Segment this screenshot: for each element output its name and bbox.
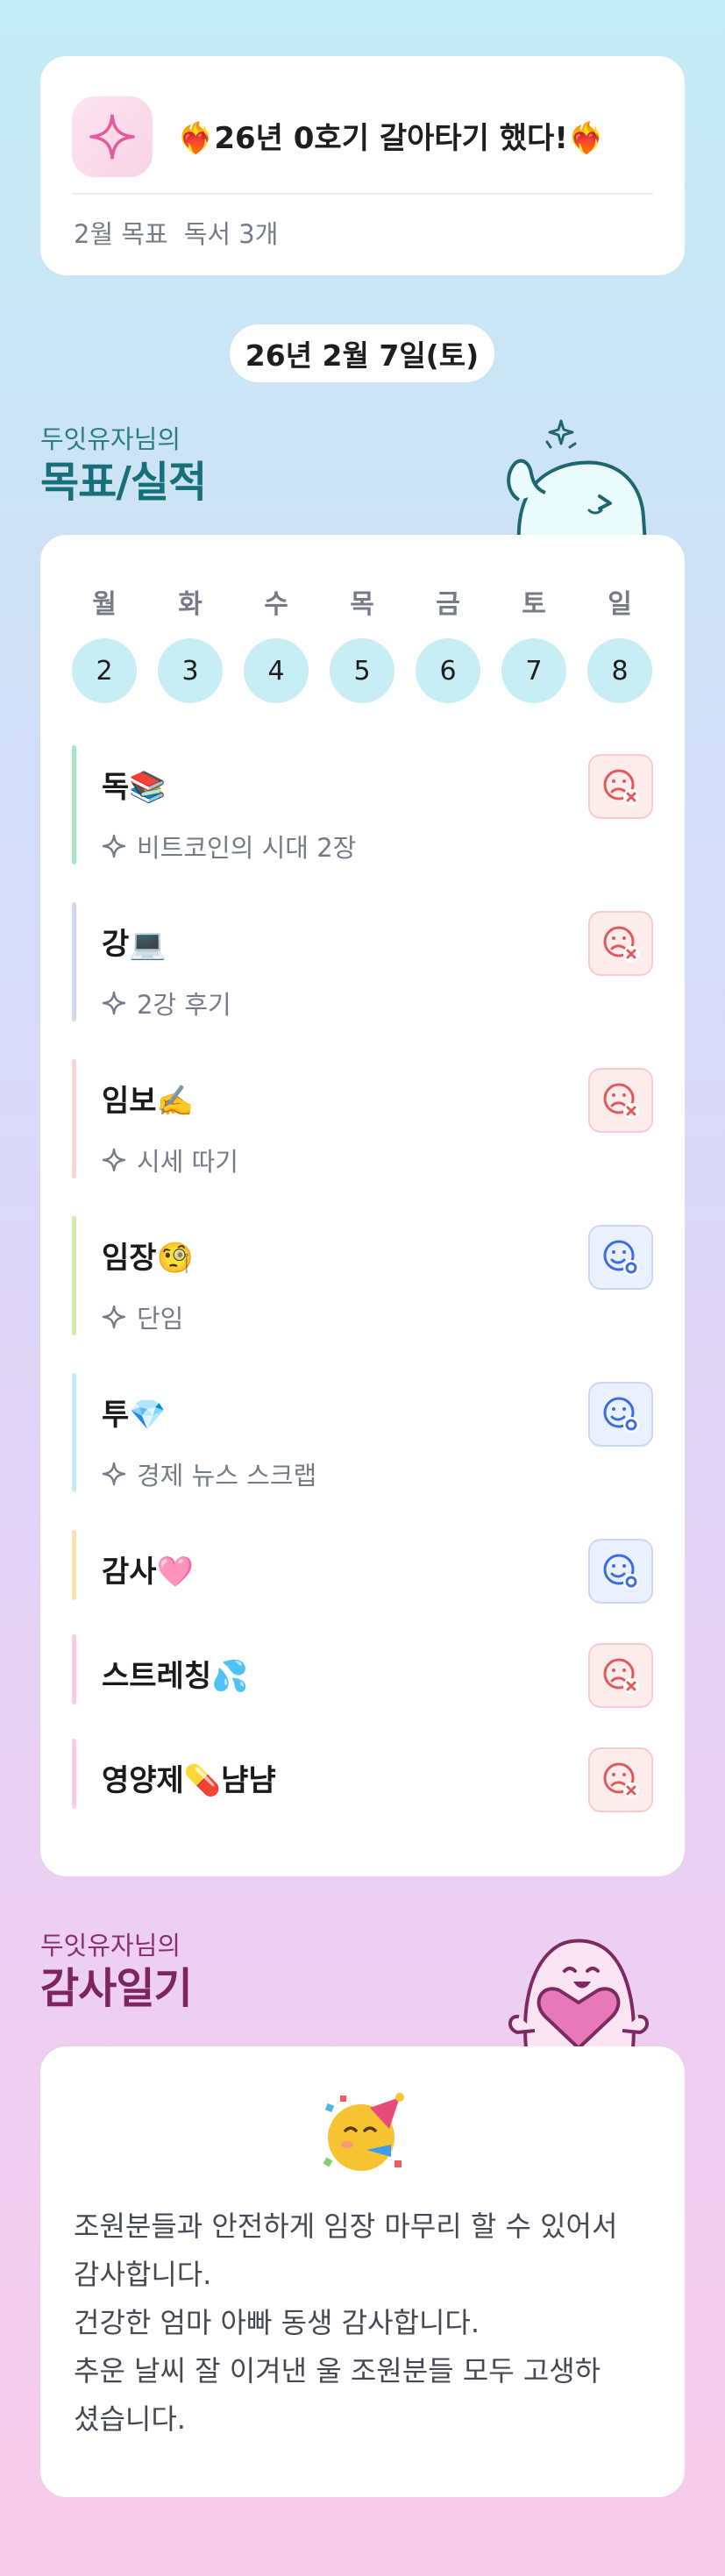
goal-color-bar: [72, 1059, 76, 1178]
goal-note-text: 단임: [137, 1304, 184, 1334]
day-circle[interactable]: 7: [501, 638, 566, 703]
goal-note: 단임: [102, 1299, 183, 1335]
goal-item[interactable]: 스트레칭💦: [72, 1634, 653, 1708]
mascot-heart-illustration: [500, 1920, 657, 2052]
header-card: ❤️‍🔥26년 0호기 갈아타기 했다!❤️‍🔥 2월 목표 독서 3개: [40, 56, 685, 275]
day-circle[interactable]: 4: [244, 638, 309, 703]
partying-face-icon: [319, 2090, 407, 2181]
smile-check-icon: [600, 1236, 642, 1278]
gratitude-line: 추운 날씨 잘 이겨낸 울 조원분들 모두 고생하: [74, 2354, 601, 2387]
day-circle[interactable]: 6: [416, 638, 480, 703]
goal-note: 경제 뉴스 스크랩: [102, 1455, 316, 1492]
goal-item[interactable]: 투💎 경제 뉴스 스크랩: [72, 1373, 653, 1492]
gratitude-line: 건강한 엄마 아빠 동생 감사합니다.: [74, 2306, 480, 2339]
sparkle-icon: [102, 1462, 137, 1486]
goal-note-text: 비트코인의 시대 2장: [137, 833, 357, 863]
weekday-label: 화: [178, 589, 203, 620]
status-fail-button[interactable]: [588, 754, 653, 819]
header-title: ❤️‍🔥26년 0호기 갈아타기 했다!❤️‍🔥: [177, 121, 606, 156]
goal-color-bar: [72, 902, 76, 1021]
weekday-label: 토: [522, 589, 546, 620]
day-circle[interactable]: 8: [587, 638, 652, 703]
goals-card: 월 화 수 목 금 토 일 2345678 독📚 비트코인의 시대 2장 강💻 2강 후기 임보…: [40, 535, 685, 1876]
goal-name: 독📚: [102, 770, 167, 805]
frown-x-icon: [600, 1759, 642, 1801]
gratitude-line: 셨습니다.: [74, 2402, 186, 2436]
weekday-label: 월: [92, 589, 117, 620]
goal-name: 임보✍️: [102, 1084, 194, 1119]
status-done-button[interactable]: [588, 1225, 653, 1290]
goal-name: 스트레칭💦: [102, 1659, 249, 1694]
goal-item[interactable]: 임장🧐 단임: [72, 1216, 653, 1335]
status-fail-button[interactable]: [588, 911, 653, 976]
sparkle-icon: [72, 96, 153, 177]
monthly-goal: 2월 목표 독서 3개: [74, 214, 294, 251]
gratitude-text: 조원분들과 안전하게 임장 마무리 할 수 있어서감사합니다. 건강한 엄마 아빠…: [74, 2202, 661, 2444]
goal-color-bar: [72, 1739, 76, 1809]
week-date-row: 2345678: [72, 638, 653, 703]
goal-item[interactable]: 독📚 비트코인의 시대 2장: [72, 745, 653, 865]
goal-name: 감사🩷: [102, 1555, 194, 1590]
gratitude-line: 감사합니다.: [74, 2258, 212, 2291]
sparkle-icon: [102, 1305, 137, 1329]
mascot-waving-illustration: [501, 412, 659, 547]
weekday-row: 월화수목금토일: [72, 582, 653, 620]
status-done-button[interactable]: [588, 1382, 653, 1447]
goal-color-bar: [72, 745, 76, 865]
weekday-label: 목: [350, 589, 374, 620]
goal-note: 2강 후기: [102, 985, 231, 1021]
goal-note: 시세 따기: [102, 1142, 238, 1178]
goals-title: 목표/실적: [40, 458, 207, 507]
sparkle-icon: [102, 834, 137, 858]
goal-note-text: 시세 따기: [137, 1147, 238, 1177]
frown-x-icon: [600, 1654, 642, 1697]
gratitude-journal-card: 조원분들과 안전하게 임장 마무리 할 수 있어서감사합니다. 건강한 엄마 아빠…: [40, 2046, 685, 2497]
sparkle-icon: [102, 1148, 137, 1172]
monthly-goal-value: 독서 3개: [183, 219, 279, 249]
current-date: 26년 2월 7일(토): [230, 324, 494, 382]
goal-color-bar: [72, 1634, 76, 1704]
day-circle[interactable]: 3: [158, 638, 223, 703]
day-circle[interactable]: 5: [330, 638, 394, 703]
divider: [72, 193, 653, 195]
frown-x-icon: [600, 922, 642, 964]
goal-item[interactable]: 강💻 2강 후기: [72, 902, 653, 1021]
frown-x-icon: [600, 765, 642, 808]
goal-color-bar: [72, 1373, 76, 1492]
frown-x-icon: [600, 1079, 642, 1121]
goal-item[interactable]: 임보✍️ 시세 따기: [72, 1059, 653, 1178]
weekday-label: 수: [264, 589, 288, 620]
status-fail-button[interactable]: [588, 1643, 653, 1708]
goal-note-text: 2강 후기: [137, 990, 231, 1020]
day-circle[interactable]: 2: [72, 638, 137, 703]
goal-name: 투💎: [102, 1398, 167, 1433]
weekday-label: 금: [436, 589, 460, 620]
goal-color-bar: [72, 1216, 76, 1335]
sparkle-icon: [102, 991, 137, 1015]
gratitude-line: 조원분들과 안전하게 임장 마무리 할 수 있어서: [74, 2210, 618, 2243]
smile-check-icon: [600, 1393, 642, 1435]
goal-color-bar: [72, 1530, 76, 1600]
goal-name: 영양제💊냠냠: [102, 1763, 276, 1798]
status-fail-button[interactable]: [588, 1068, 653, 1133]
goal-name: 강💻: [102, 927, 167, 962]
goal-item[interactable]: 감사🩷: [72, 1530, 653, 1604]
weekday-label: 일: [608, 589, 632, 620]
status-fail-button[interactable]: [588, 1747, 653, 1812]
goal-note: 비트코인의 시대 2장: [102, 828, 356, 865]
thanks-title: 감사일기: [40, 1964, 193, 2013]
status-done-button[interactable]: [588, 1539, 653, 1604]
monthly-goal-label: 2월 목표: [74, 219, 168, 249]
smile-check-icon: [600, 1550, 642, 1592]
goal-item[interactable]: 영양제💊냠냠: [72, 1739, 653, 1812]
goal-name: 임장🧐: [102, 1241, 194, 1276]
goal-note-text: 경제 뉴스 스크랩: [137, 1461, 317, 1491]
